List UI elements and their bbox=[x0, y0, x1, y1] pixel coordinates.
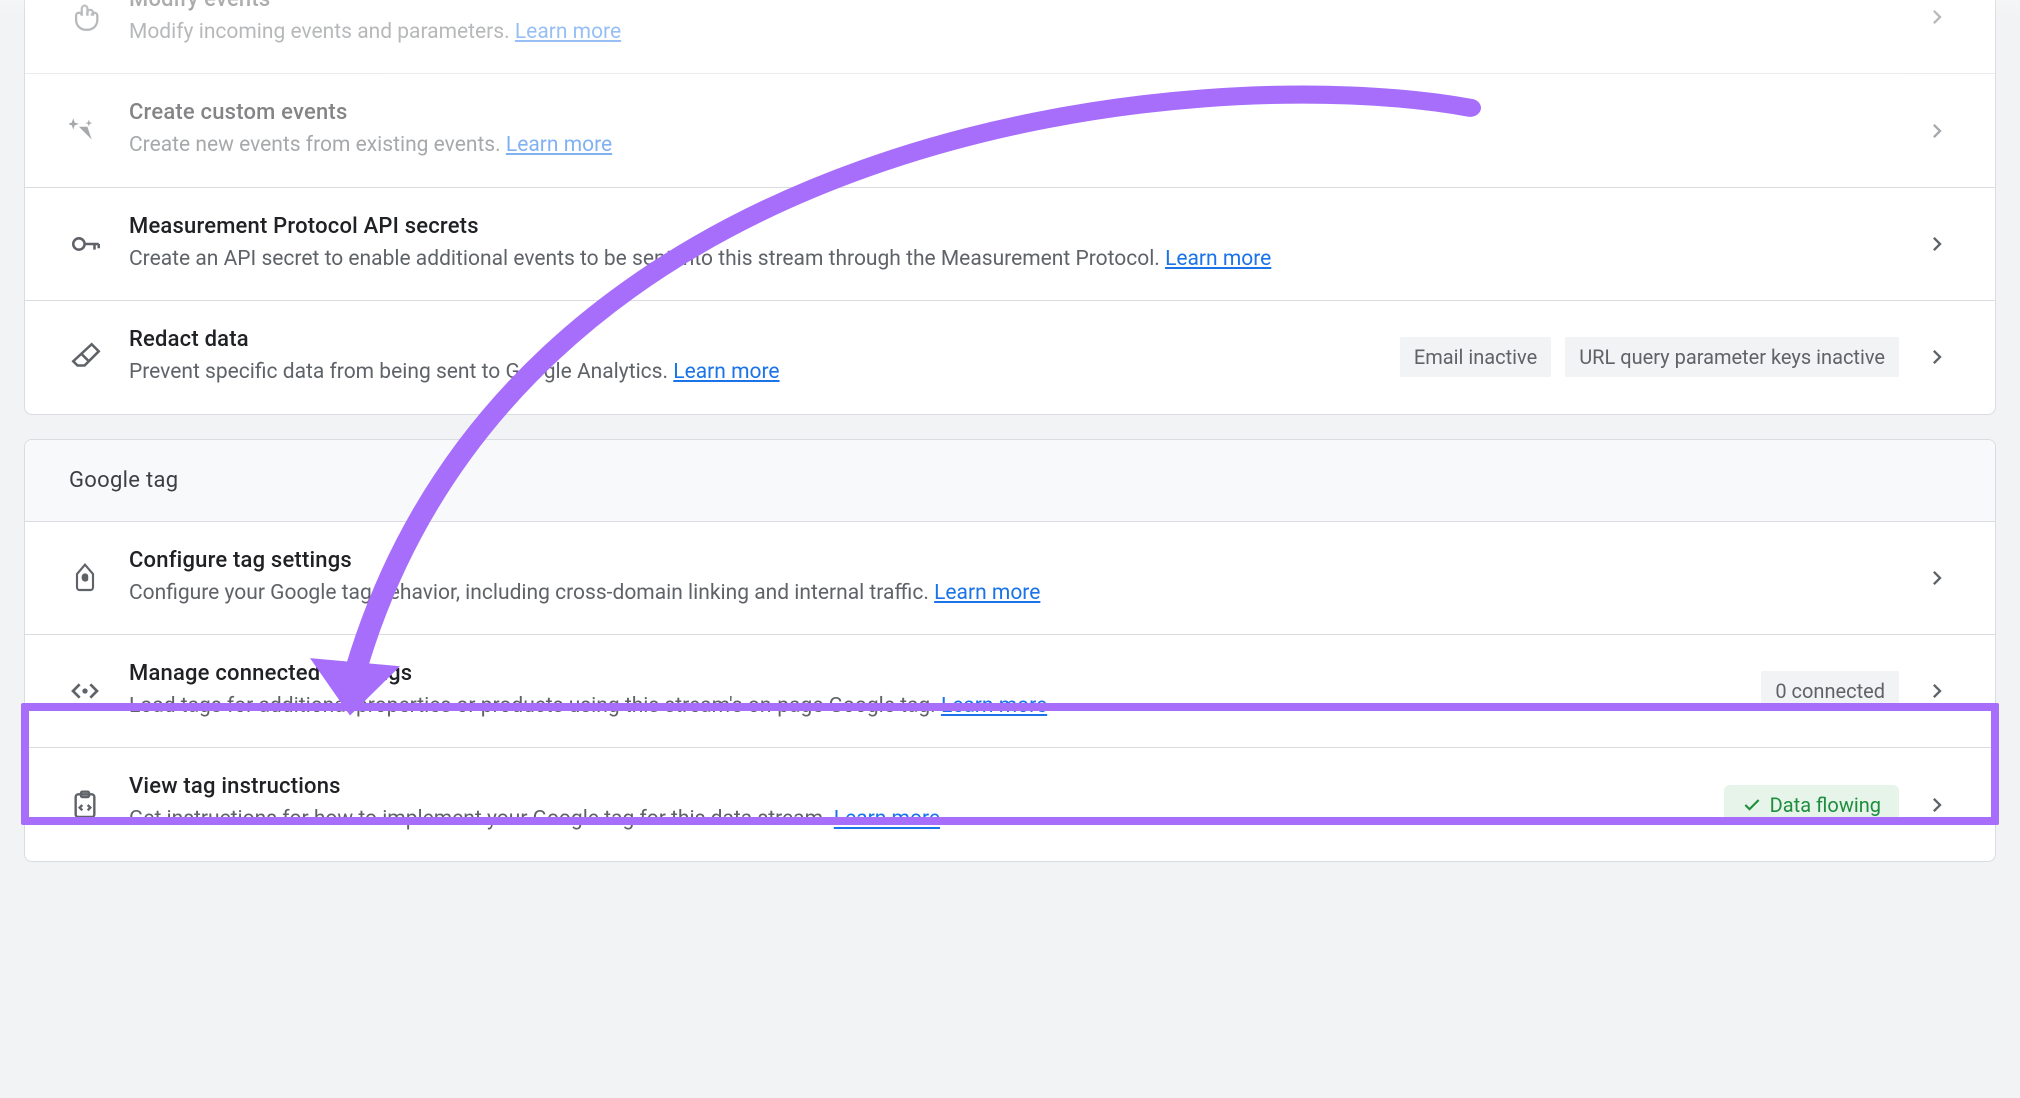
configure-tag-settings-title: Configure tag settings bbox=[129, 548, 1899, 573]
create-custom-events-title: Create custom events bbox=[129, 100, 1899, 125]
google-tag-header: Google tag bbox=[25, 440, 1995, 521]
learn-more-link[interactable]: Learn more bbox=[515, 20, 621, 44]
chevron-right-icon bbox=[1923, 677, 1951, 705]
learn-more-link[interactable]: Learn more bbox=[834, 807, 940, 831]
view-tag-instructions-row[interactable]: View tag instructions Get instructions f… bbox=[25, 747, 1995, 860]
redact-data-desc: Prevent specific data from being sent to… bbox=[129, 358, 1380, 387]
measurement-protocol-desc: Create an API secret to enable additiona… bbox=[129, 245, 1899, 274]
chevron-right-icon bbox=[1923, 230, 1951, 258]
create-custom-events-desc: Create new events from existing events. … bbox=[129, 131, 1899, 160]
view-tag-instructions-title: View tag instructions bbox=[129, 774, 1704, 799]
eraser-icon bbox=[69, 340, 129, 374]
redact-data-row[interactable]: Redact data Prevent specific data from b… bbox=[25, 300, 1995, 413]
learn-more-link[interactable]: Learn more bbox=[934, 581, 1040, 605]
learn-more-link[interactable]: Learn more bbox=[1165, 247, 1271, 271]
data-flowing-pill: Data flowing bbox=[1724, 785, 1899, 825]
chevron-right-icon bbox=[1923, 117, 1951, 145]
google-tag-card: Google tag G Configure tag settings Conf… bbox=[24, 439, 1996, 862]
chevron-right-icon bbox=[1923, 564, 1951, 592]
code-icon bbox=[69, 675, 129, 707]
chevron-right-icon bbox=[1923, 3, 1951, 31]
manage-connected-tags-row[interactable]: Manage connected site tags Load tags for… bbox=[25, 634, 1995, 747]
redact-tag-url: URL query parameter keys inactive bbox=[1565, 337, 1899, 377]
configure-tag-settings-desc: Configure your Google tag behavior, incl… bbox=[129, 579, 1899, 608]
learn-more-link[interactable]: Learn more bbox=[673, 360, 779, 384]
modify-events-row[interactable]: Modify events Modify incoming events and… bbox=[25, 0, 1995, 73]
measurement-protocol-title: Measurement Protocol API secrets bbox=[129, 214, 1899, 239]
modify-events-title: Modify events bbox=[129, 0, 1899, 12]
redact-data-title: Redact data bbox=[129, 327, 1380, 352]
tag-icon: G bbox=[69, 562, 129, 594]
key-icon bbox=[69, 227, 129, 261]
sparkle-cursor-icon bbox=[69, 114, 129, 148]
modify-events-desc: Modify incoming events and parameters. L… bbox=[129, 18, 1899, 47]
chevron-right-icon bbox=[1923, 343, 1951, 371]
touch-icon bbox=[69, 0, 129, 34]
manage-connected-tags-desc: Load tags for additional properties or p… bbox=[129, 692, 1741, 721]
learn-more-link[interactable]: Learn more bbox=[506, 133, 612, 157]
learn-more-link[interactable]: Learn more bbox=[941, 694, 1047, 718]
redact-tag-email: Email inactive bbox=[1400, 337, 1551, 377]
svg-text:G: G bbox=[82, 573, 87, 582]
manage-connected-tags-title: Manage connected site tags bbox=[129, 661, 1741, 686]
connected-count-tag: 0 connected bbox=[1761, 671, 1899, 711]
clipboard-code-icon bbox=[69, 789, 129, 821]
view-tag-instructions-desc: Get instructions for how to implement yo… bbox=[129, 805, 1704, 834]
chevron-right-icon bbox=[1923, 791, 1951, 819]
events-card: Modify events Modify incoming events and… bbox=[24, 0, 1996, 415]
measurement-protocol-row[interactable]: Measurement Protocol API secrets Create … bbox=[25, 187, 1995, 300]
create-custom-events-row[interactable]: Create custom events Create new events f… bbox=[25, 73, 1995, 186]
configure-tag-settings-row[interactable]: G Configure tag settings Configure your … bbox=[25, 521, 1995, 634]
check-icon bbox=[1742, 795, 1762, 815]
